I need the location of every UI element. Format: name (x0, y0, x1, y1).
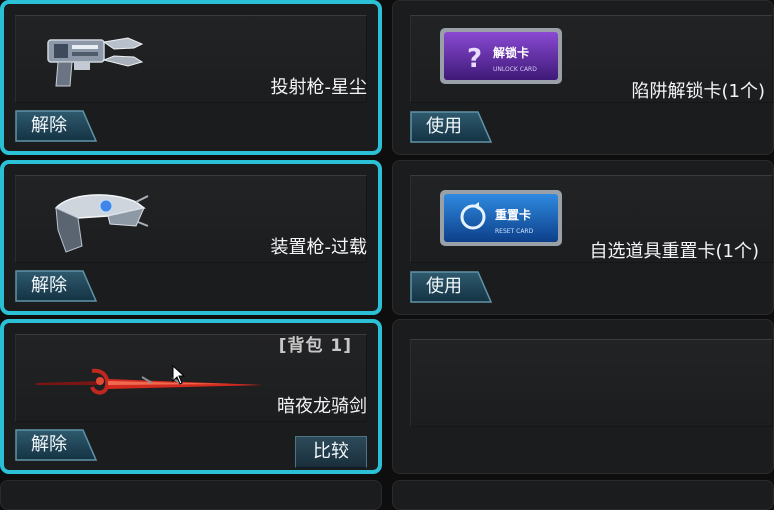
item-slot-reset-card[interactable]: 重置卡 RESET CARD 自选道具重置卡(1个) 使用 (392, 160, 774, 315)
unlock-card-icon: ? 解锁卡 UNLOCK CARD (440, 28, 562, 84)
svg-text:重置卡: 重置卡 (495, 207, 531, 222)
use-button[interactable]: 使用 (410, 271, 492, 303)
svg-text:?: ? (467, 44, 482, 74)
item-slot-device-gun[interactable]: 装置枪-过载 解除 (0, 160, 382, 315)
unequip-button[interactable]: 解除 (15, 270, 97, 302)
svg-text:RESET CARD: RESET CARD (495, 228, 534, 235)
svg-text:解锁卡: 解锁卡 (493, 45, 529, 60)
unequip-label: 解除 (31, 275, 67, 296)
item-name: 自选道具重置卡(1个) (589, 241, 760, 262)
mouse-cursor-icon (172, 365, 186, 385)
item-slot-unlock-card[interactable]: ? 解锁卡 UNLOCK CARD 陷阱解锁卡(1个) 使用 (392, 0, 774, 155)
unequip-label: 解除 (31, 115, 67, 136)
compare-button[interactable]: 比较 (295, 436, 367, 468)
item-name: 陷阱解锁卡(1个) (631, 81, 766, 102)
item-slot-partial[interactable] (0, 480, 382, 510)
unequip-button[interactable]: 解除 (15, 110, 97, 142)
item-name: 装置枪-过载 (270, 237, 368, 258)
item-slot-empty[interactable] (392, 319, 774, 474)
use-button[interactable]: 使用 (410, 111, 492, 143)
reset-card-icon: 重置卡 RESET CARD (440, 190, 562, 246)
device-gun-icon (54, 194, 149, 253)
use-label: 使用 (426, 276, 462, 297)
item-slot-red-sword[interactable]: [背包 1] 暗夜龙骑剑 解除 比较 (0, 319, 382, 474)
use-label: 使用 (426, 116, 462, 137)
item-slot-partial[interactable] (392, 480, 774, 510)
item-name: 投射枪-星尘 (270, 77, 368, 98)
red-sword-icon (36, 368, 264, 395)
item-slot-projectile-gun[interactable]: 投射枪-星尘 解除 (0, 0, 382, 155)
unequip-label: 解除 (31, 434, 67, 455)
unequip-button[interactable]: 解除 (15, 429, 97, 461)
svg-text:UNLOCK CARD: UNLOCK CARD (493, 66, 537, 73)
item-preview-empty (410, 339, 773, 427)
item-name: 暗夜龙骑剑 (277, 396, 367, 417)
backpack-tag: [背包 1] (278, 336, 352, 356)
projectile-gun-icon (47, 37, 144, 87)
